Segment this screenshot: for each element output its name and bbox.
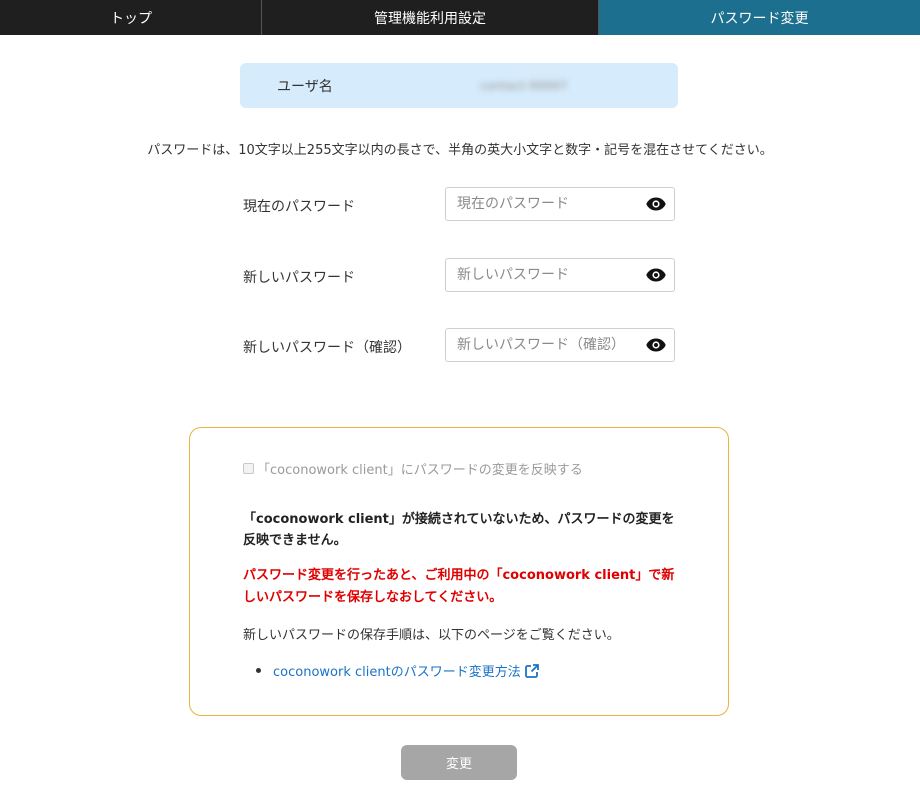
bullet-icon bbox=[256, 668, 261, 673]
client-not-connected-warning: 「coconowork client」が接続されていないため、パスワードの変更を… bbox=[243, 512, 675, 548]
username-label: ユーザ名 bbox=[277, 78, 333, 95]
tab-admin-settings[interactable]: 管理機能利用設定 bbox=[262, 0, 599, 35]
external-link-icon[interactable] bbox=[524, 663, 539, 678]
tab-password-change[interactable]: パスワード変更 bbox=[599, 0, 920, 35]
current-password-input[interactable] bbox=[446, 188, 636, 220]
current-password-field bbox=[445, 187, 675, 221]
current-password-label: 現在のパスワード bbox=[243, 199, 355, 215]
confirm-password-label: 新しいパスワード（確認） bbox=[243, 340, 411, 356]
save-procedure-guide: 新しいパスワードの保存手順は、以下のページをご覧ください。 bbox=[243, 628, 620, 643]
help-link-item: coconowork clientのパスワード変更方法 bbox=[256, 661, 539, 680]
password-change-help-link[interactable]: coconowork clientのパスワード変更方法 bbox=[273, 661, 521, 680]
sync-client-label: 「coconowork client」にパスワードの変更を反映する bbox=[257, 463, 583, 478]
new-password-input[interactable] bbox=[446, 259, 636, 291]
tab-top[interactable]: トップ bbox=[0, 0, 262, 35]
username-box: ユーザ名 contact-99997 bbox=[240, 63, 678, 108]
password-instruction: パスワードは、10文字以上255文字以内の長さで、半角の英大小文字と数字・記号を… bbox=[147, 143, 773, 158]
eye-icon[interactable] bbox=[646, 197, 666, 211]
new-password-label: 新しいパスワード bbox=[243, 270, 355, 286]
change-password-button[interactable]: 変更 bbox=[401, 745, 517, 780]
sync-client-option: 「coconowork client」にパスワードの変更を反映する bbox=[243, 459, 583, 478]
eye-icon[interactable] bbox=[646, 268, 666, 282]
new-password-field bbox=[445, 258, 675, 292]
client-notice-box: 「coconowork client」にパスワードの変更を反映する 「cocon… bbox=[189, 427, 729, 716]
eye-icon[interactable] bbox=[646, 338, 666, 352]
sync-client-checkbox[interactable] bbox=[243, 463, 254, 474]
confirm-password-field bbox=[445, 328, 675, 362]
resave-password-warning: パスワード変更を行ったあと、ご利用中の「coconowork client」で新… bbox=[243, 568, 675, 605]
top-navigation: トップ 管理機能利用設定 パスワード変更 bbox=[0, 0, 920, 35]
username-value: contact-99997 bbox=[480, 78, 568, 93]
confirm-password-input[interactable] bbox=[446, 329, 636, 361]
